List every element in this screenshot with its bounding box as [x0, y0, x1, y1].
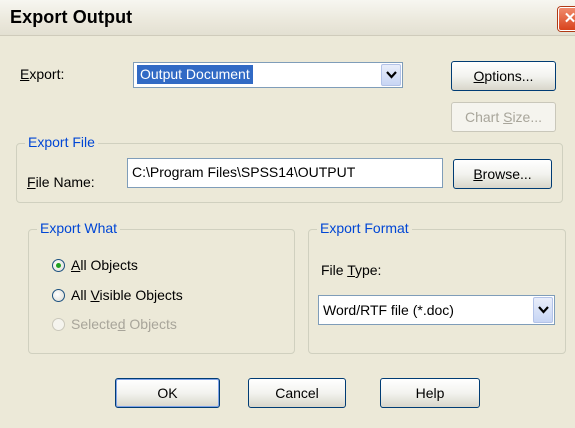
radio-button	[52, 289, 65, 302]
export-format-legend: Export Format	[317, 220, 412, 236]
chevron-down-icon	[538, 306, 549, 314]
file-name-value: C:\Program Files\SPSS14\OUTPUT	[132, 164, 356, 180]
radio-selected-objects-label: Selected Objects	[71, 316, 177, 332]
export-file-legend: Export File	[25, 134, 98, 150]
export-type-dropdown-button[interactable]	[381, 64, 401, 86]
ok-button[interactable]: OK	[115, 378, 220, 408]
close-icon: ✕	[563, 10, 575, 27]
title-bar[interactable]: Export Output ✕	[0, 0, 575, 36]
file-type-select[interactable]: Word/RTF file (*.doc)	[318, 295, 555, 325]
cancel-button[interactable]: Cancel	[248, 378, 346, 408]
window-title: Export Output	[10, 7, 133, 27]
browse-button[interactable]: Browse...	[453, 159, 552, 189]
file-name-input[interactable]: C:\Program Files\SPSS14\OUTPUT	[127, 158, 443, 188]
radio-dot-icon	[56, 263, 61, 268]
export-what-legend: Export What	[37, 220, 121, 236]
radio-all-visible-objects-label: All Visible Objects	[71, 287, 183, 303]
chevron-down-icon	[386, 71, 397, 79]
export-format-group: Export Format	[308, 220, 566, 354]
export-output-dialog: Export Output ✕ Export: Output Document …	[0, 0, 575, 428]
export-label: Export:	[20, 66, 65, 82]
file-name-label: File Name:	[27, 174, 95, 190]
file-type-dropdown-button[interactable]	[533, 297, 553, 323]
radio-button	[52, 259, 65, 272]
export-type-select[interactable]: Output Document	[133, 62, 403, 88]
radio-button	[52, 318, 65, 331]
radio-all-objects-label: All Objects	[71, 257, 138, 273]
help-button[interactable]: Help	[380, 378, 480, 408]
file-type-label: File Type:	[321, 262, 382, 278]
file-type-value: Word/RTF file (*.doc)	[323, 302, 454, 318]
export-type-value: Output Document	[136, 64, 254, 85]
close-button[interactable]: ✕	[558, 7, 575, 31]
options-button[interactable]: Options...	[451, 61, 556, 91]
chart-size-button[interactable]: Chart Size...	[451, 102, 556, 132]
